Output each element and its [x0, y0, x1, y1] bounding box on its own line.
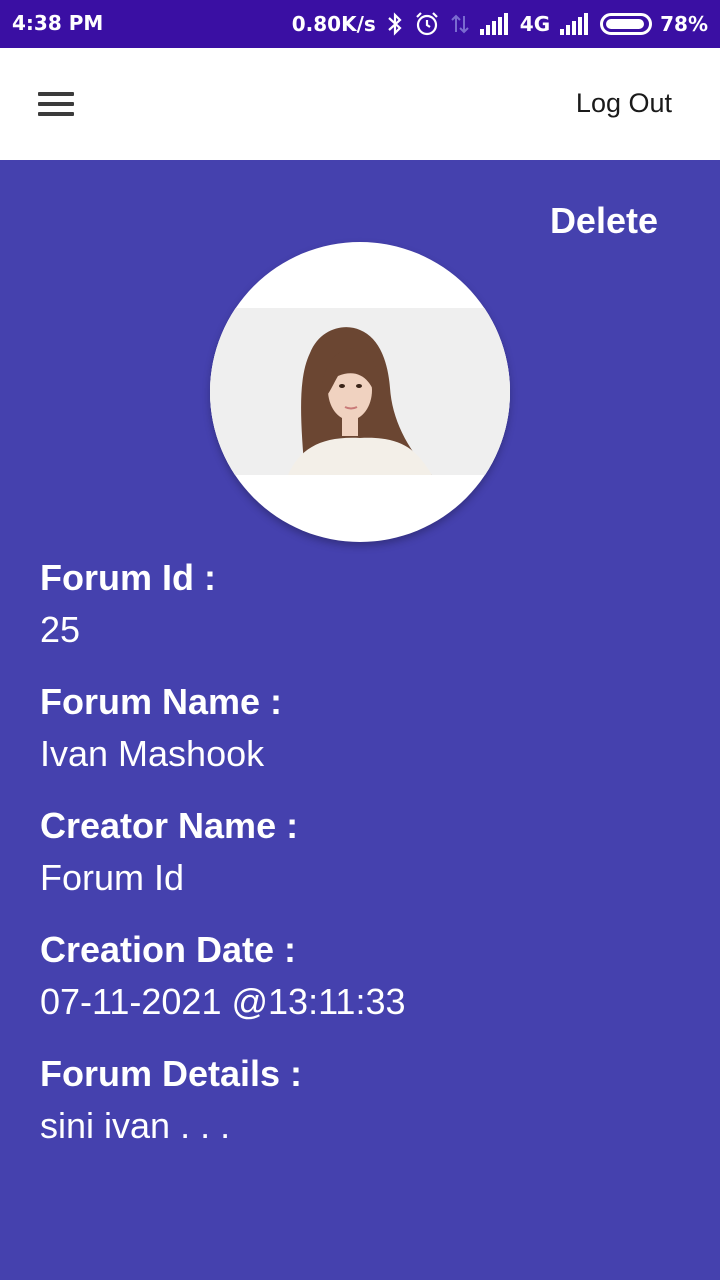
status-bar: 4:38 PM 0.80K/s 4G 78%: [0, 0, 720, 48]
field-value: Ivan Mashook: [40, 733, 265, 774]
battery: 78%: [600, 12, 708, 36]
field-label: Forum Name :: [40, 681, 283, 722]
field-label: Creation Date :: [40, 929, 297, 970]
network-type: 4G: [519, 12, 551, 36]
signal-icon: [560, 13, 590, 35]
field-creation-date: Creation Date : 07-11-2021 @13:11:33: [40, 928, 680, 1032]
avatar: [210, 242, 510, 542]
field-label: Forum Details :: [40, 1053, 303, 1094]
field-forum-id: Forum Id : 25: [40, 556, 680, 660]
bluetooth-icon: [386, 12, 404, 36]
field-creator-name: Creator Name : Forum Id: [40, 804, 680, 908]
battery-level: 78%: [660, 12, 708, 36]
app-bar: Log Out: [0, 48, 720, 160]
field-value: 25: [40, 609, 81, 650]
logout-button[interactable]: Log Out: [576, 88, 672, 119]
profile-photo: [210, 308, 510, 475]
battery-icon: [600, 13, 653, 35]
field-value: sini ivan . . .: [40, 1105, 231, 1146]
network-speed: 0.80K/s: [291, 12, 376, 36]
field-label: Forum Id :: [40, 557, 216, 598]
field-forum-details: Forum Details : sini ivan . . .: [40, 1052, 680, 1156]
forum-info: Forum Id : 25 Forum Name : Ivan Mashook …: [40, 556, 680, 1176]
field-value: Forum Id: [40, 857, 185, 898]
alarm-icon: [414, 11, 440, 37]
signal-icon: [479, 13, 510, 35]
field-label: Creator Name :: [40, 805, 299, 846]
status-icons: 0.80K/s 4G 78%: [292, 11, 708, 37]
delete-button[interactable]: Delete: [550, 200, 658, 242]
hamburger-menu-icon[interactable]: [38, 92, 74, 118]
field-value: 07-11-2021 @13:11:33: [40, 981, 406, 1022]
status-time: 4:38 PM: [12, 11, 104, 35]
field-forum-name: Forum Name : Ivan Mashook: [40, 680, 680, 784]
data-arrows-icon: [450, 12, 470, 36]
